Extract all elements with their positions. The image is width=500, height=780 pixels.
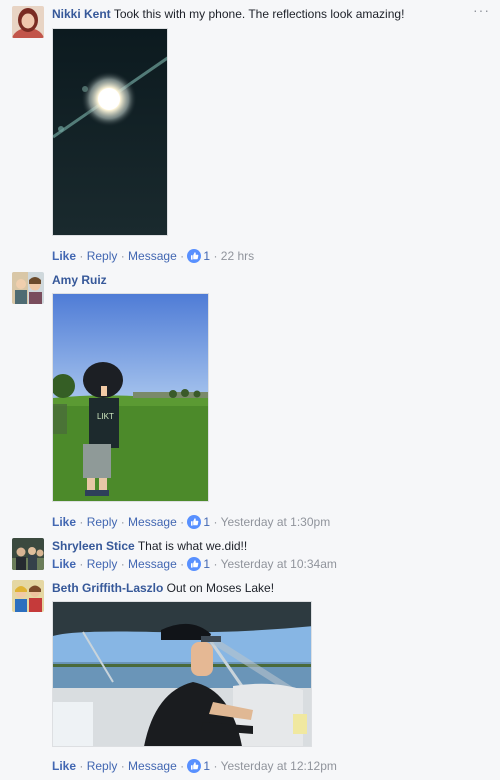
timestamp[interactable]: Yesterday at 12:12pm: [221, 759, 337, 773]
avatar[interactable]: [12, 272, 44, 304]
timestamp[interactable]: Yesterday at 10:34am: [221, 557, 337, 571]
message-link[interactable]: Message: [128, 515, 177, 529]
timestamp[interactable]: Yesterday at 1:30pm: [221, 515, 331, 529]
comment-text: Out on Moses Lake!: [166, 581, 275, 595]
comment-actions: Like · Reply · Message · 1 · Yesterday a…: [52, 515, 331, 529]
like-link[interactable]: Like: [52, 249, 76, 263]
thumbs-up-icon[interactable]: [187, 557, 202, 571]
thumbs-up-icon[interactable]: [187, 249, 202, 263]
reply-link[interactable]: Reply: [87, 557, 118, 571]
like-link[interactable]: Like: [52, 515, 76, 529]
like-link[interactable]: Like: [52, 759, 76, 773]
avatar[interactable]: [12, 538, 44, 570]
message-link[interactable]: Message: [128, 557, 177, 571]
reply-link[interactable]: Reply: [87, 759, 118, 773]
thumbs-up-icon[interactable]: [187, 759, 202, 773]
comment-author[interactable]: Beth Griffith-Laszlo: [52, 581, 163, 595]
thumbs-up-icon[interactable]: [187, 515, 202, 529]
avatar[interactable]: [12, 6, 44, 38]
comment-actions: Like · Reply · Message · 1 · Yesterday a…: [52, 557, 337, 571]
like-link[interactable]: Like: [52, 557, 76, 571]
comment-actions: Like · Reply · Message · 1 · 22 hrs: [52, 249, 255, 263]
comment-author[interactable]: Shryleen Stice: [52, 539, 135, 553]
message-link[interactable]: Message: [128, 249, 177, 263]
comment-photo[interactable]: LIKT: [52, 293, 209, 502]
comment-text: That is what we.did!!: [137, 539, 248, 553]
timestamp[interactable]: 22 hrs: [221, 249, 254, 263]
comment-text: Took this with my phone. The reflections…: [113, 7, 405, 21]
comment-photo[interactable]: [52, 28, 168, 236]
comment-author[interactable]: Nikki Kent: [52, 7, 111, 21]
reply-link[interactable]: Reply: [87, 515, 118, 529]
comment-author[interactable]: Amy Ruiz: [52, 273, 107, 287]
comment-actions: Like · Reply · Message · 1 · Yesterday a…: [52, 759, 337, 773]
reply-link[interactable]: Reply: [87, 249, 118, 263]
svg-text:LIKT: LIKT: [97, 412, 114, 421]
comment-photo[interactable]: [52, 601, 312, 747]
avatar[interactable]: [12, 580, 44, 612]
message-link[interactable]: Message: [128, 759, 177, 773]
